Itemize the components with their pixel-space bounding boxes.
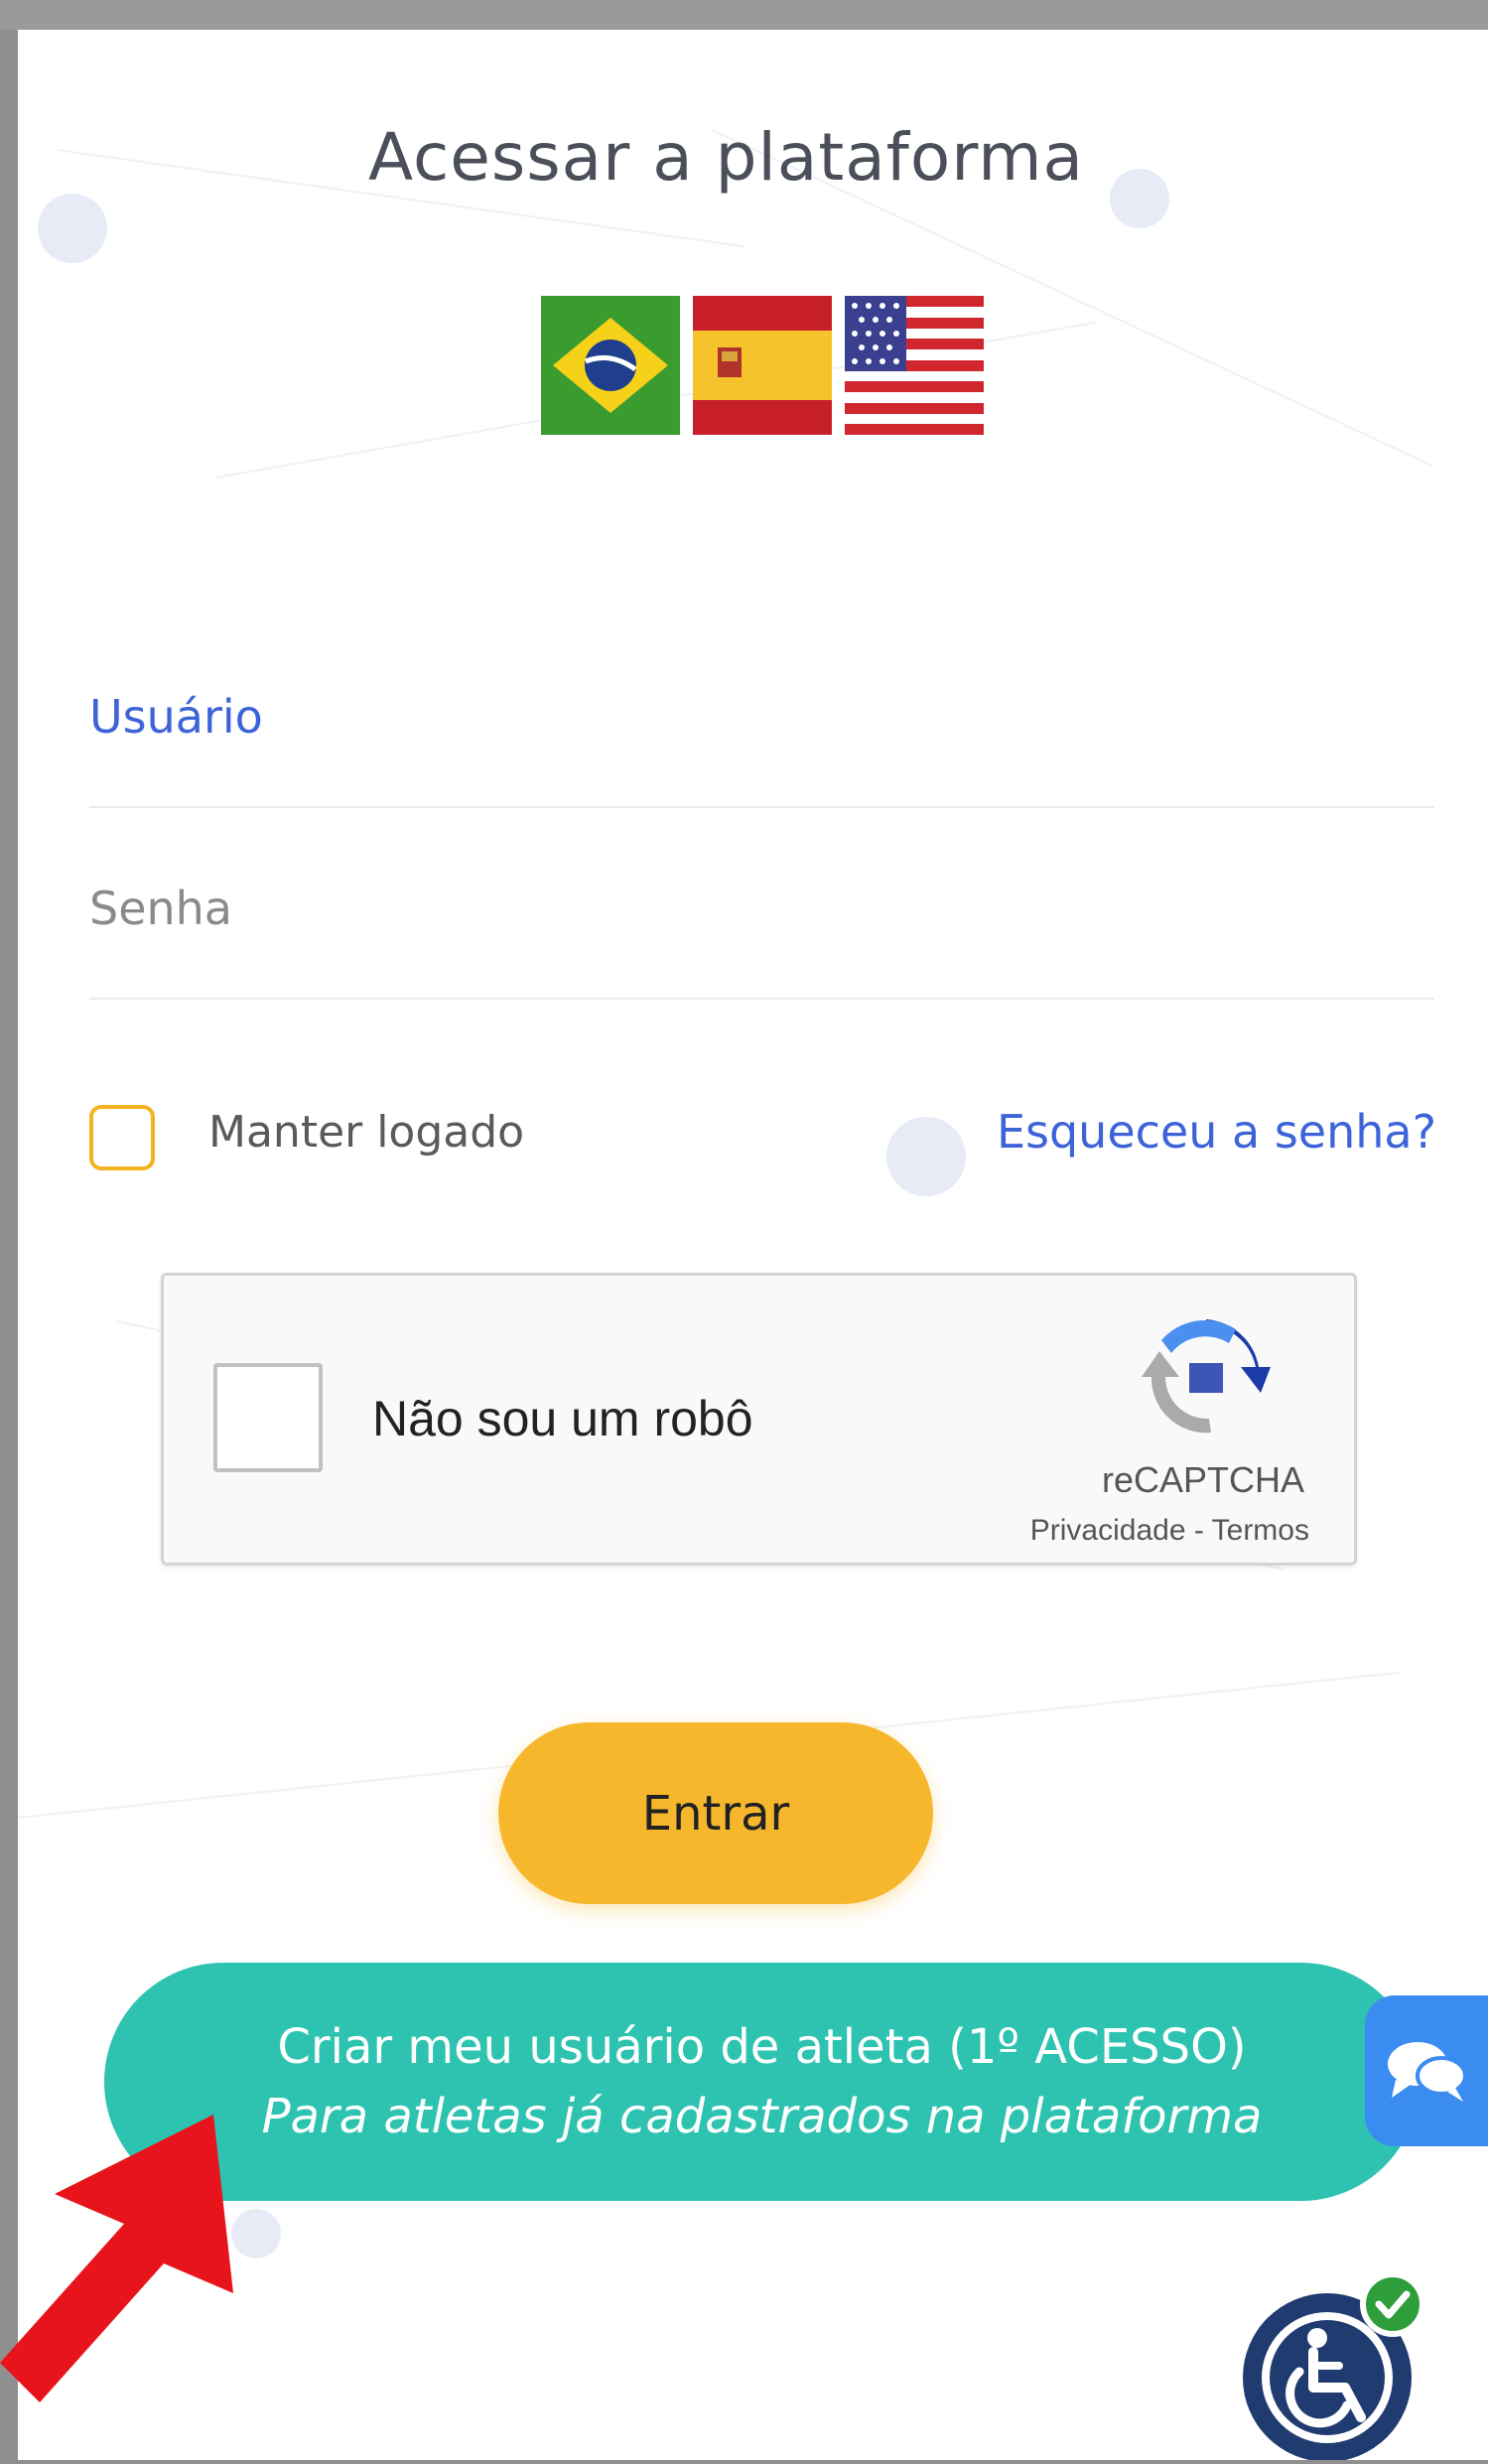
register-athlete-button[interactable]: Criar meu usuário de atleta (1º ACESSO) …	[104, 1963, 1420, 2201]
keep-logged-checkbox[interactable]	[89, 1105, 155, 1170]
red-arrow-icon	[0, 2115, 233, 2402]
keep-logged-label: Manter logado	[208, 1107, 525, 1158]
background-decoration	[886, 1117, 966, 1196]
accessibility-button[interactable]	[1236, 2268, 1434, 2462]
username-underline	[89, 806, 1434, 808]
screenshot-frame	[0, 0, 1488, 30]
accessibility-icon	[1243, 2271, 1425, 2462]
page-title: Acessar a plataforma	[368, 119, 1084, 196]
background-decoration	[231, 2209, 281, 2259]
login-button[interactable]: Entrar	[498, 1722, 933, 1904]
password-field[interactable]: Senha	[89, 882, 232, 935]
usa-flag-icon[interactable]	[845, 296, 984, 435]
recaptcha-logo-icon	[1142, 1315, 1271, 1443]
recaptcha-label: Não sou um robô	[372, 1391, 753, 1446]
password-underline	[89, 998, 1434, 1000]
recaptcha-checkbox[interactable]	[213, 1363, 323, 1472]
spain-flag-icon[interactable]	[693, 296, 832, 435]
chat-button[interactable]	[1365, 1995, 1488, 2146]
chat-icon	[1388, 2042, 1467, 2102]
recaptcha-widget: Não sou um robô reCAPTCHA Privacidade - …	[161, 1273, 1357, 1566]
register-title: Criar meu usuário de atleta (1º ACESSO)	[277, 2019, 1247, 2075]
brazil-flag-icon[interactable]	[541, 296, 680, 435]
recaptcha-links[interactable]: Privacidade - Termos	[1030, 1514, 1309, 1548]
forgot-password-link[interactable]: Esqueceu a senha?	[997, 1105, 1436, 1159]
username-field[interactable]: Usuário	[89, 690, 263, 744]
language-selector	[541, 296, 984, 435]
register-subtitle: Para atletas já cadastrados na plataform…	[261, 2089, 1263, 2144]
recaptcha-brand: reCAPTCHA	[1101, 1459, 1304, 1500]
background-decoration	[38, 194, 107, 263]
